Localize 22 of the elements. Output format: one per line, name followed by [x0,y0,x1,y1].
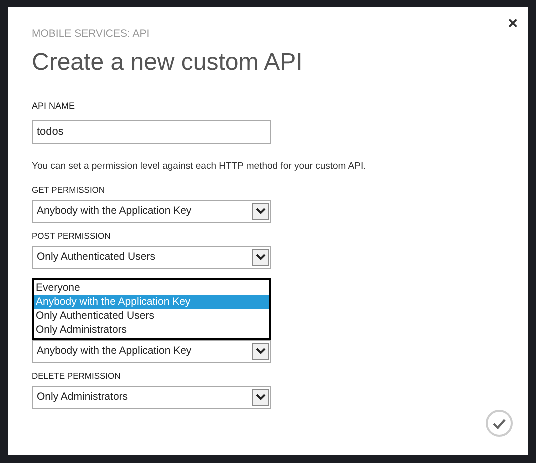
chevron-down-icon [252,389,269,406]
dropdown-option[interactable]: Everyone [34,281,269,295]
permission-dropdown[interactable]: Only Authenticated Users [32,246,271,269]
section-label: MOBILE SERVICES: API [32,27,150,41]
permission-dropdown[interactable]: Anybody with the Application Key [32,340,271,363]
dialog-title: Create a new custom API [32,48,303,78]
permission-dropdown[interactable]: Anybody with the Application Key [32,200,271,223]
confirm-button[interactable] [486,410,513,437]
check-icon [493,418,506,428]
dropdown-option[interactable]: Only Authenticated Users [34,309,269,323]
chevron-down-icon [252,203,269,220]
description-text: You can set a permission level against each HTTP method for your custom API. [32,160,366,173]
field-label: GET PERMISSION [32,184,106,196]
field-label: POST PERMISSION [32,230,111,242]
permission-dropdown[interactable]: Only Administrators [32,386,271,409]
api-name-field[interactable]: todos [32,120,271,144]
dropdown-option[interactable]: Only Administrators [34,323,269,337]
close-button[interactable]: × [508,15,518,32]
field-label: API NAME [32,100,76,112]
chevron-down-icon [252,343,269,360]
chevron-down-icon [252,249,269,266]
field-label: DELETE PERMISSION [32,370,121,382]
